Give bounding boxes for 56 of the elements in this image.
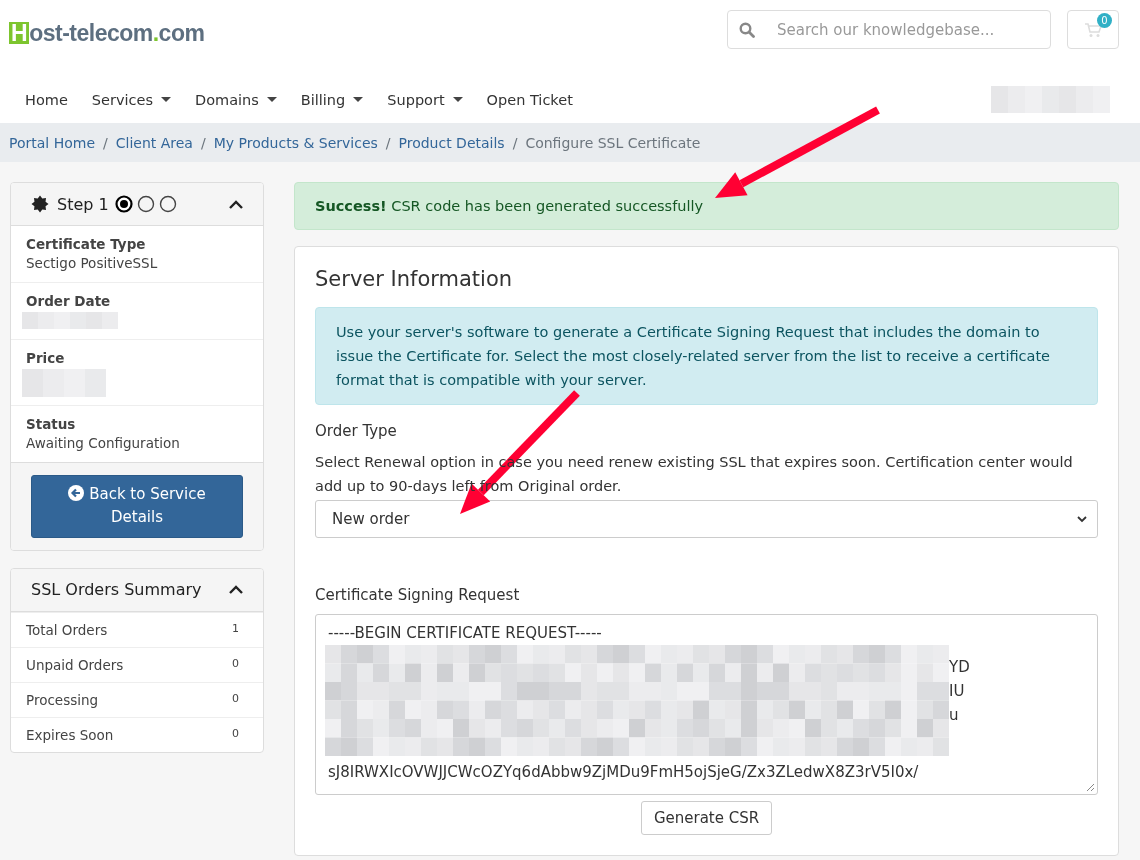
generate-csr-button[interactable]: Generate CSR (640, 801, 773, 835)
back-button[interactable]: Back to Service Details (31, 475, 243, 538)
csr-textarea[interactable]: -----BEGIN CERTIFICATE REQUEST----- YD IU u sJ8IRWXIcOVWJJCWcOZYq6dAbbw9ZjMDu9FmH5ojSjeG/Zx3ZLedwX8Z3rV5I0x/ (315, 614, 1098, 795)
breadcrumb-separator: / (103, 134, 108, 151)
success-alert: Success! CSR code has been generated successfully (294, 182, 1119, 230)
field-label: Order Date (26, 293, 112, 309)
nav-link[interactable]: Open Ticket (486, 91, 573, 108)
logo-text: com (158, 20, 205, 47)
nav-link[interactable]: Home (25, 91, 68, 108)
nav-link[interactable]: Support (387, 91, 463, 108)
panel-title: SSL Orders Summary (31, 580, 202, 599)
field-label: Status (26, 416, 77, 432)
field-value: Sectigo PositiveSSL (26, 255, 159, 271)
nav-link[interactable]: Services (91, 91, 171, 108)
logo-dot: . (152, 20, 159, 47)
summary-count: 0 (232, 726, 239, 742)
summary-label: Expires Soon (26, 726, 114, 743)
summary-label: Total Orders (26, 621, 108, 638)
field-value: Awaiting Configuration (26, 435, 181, 451)
text-fragment: YD (949, 657, 970, 678)
section-title: Server Information (315, 267, 514, 291)
breadcrumb-current: Configure SSL Certificate (525, 134, 701, 151)
field-label: Certificate Signing Request (315, 586, 521, 604)
breadcrumb-separator: / (200, 134, 206, 151)
summary-count: 0 (232, 656, 239, 672)
summary-count: 1 (232, 621, 239, 637)
field-label: Order Type (315, 422, 398, 440)
logo-text: ost-telecom (29, 20, 153, 47)
info-alert: Use your server's software to generate a Certificate Signing Request that includes the domain to issue the Certificate for. Select the most closely-related server from the list to receive a certificate format that is compatible with your server. (315, 307, 1098, 405)
order-type-select[interactable]: New order (315, 500, 1098, 538)
field-label: Price (26, 350, 66, 366)
breadcrumb-link[interactable]: Product Details (398, 134, 505, 151)
summary-count: 0 (232, 691, 239, 707)
certificate-badge-icon (31, 195, 49, 213)
nav-link[interactable]: Billing (300, 91, 364, 108)
summary-label: Processing (26, 691, 99, 708)
cart-count-badge: 0 (1097, 13, 1112, 28)
back-arrow-icon (68, 485, 85, 501)
text-fragment: u (949, 705, 960, 726)
breadcrumb-link[interactable]: My Products & Services (213, 134, 378, 151)
logo-initial: H (9, 22, 30, 44)
resize-grip-icon (1086, 783, 1095, 792)
search-icon (739, 22, 755, 38)
summary-label: Unpaid Orders (26, 656, 124, 673)
collapse-chevron-icon[interactable] (229, 199, 243, 209)
nav-link[interactable]: Domains (195, 91, 277, 108)
search-field[interactable]: Search our knowledgebase... (727, 10, 1051, 49)
breadcrumb-link[interactable]: Client Area (115, 134, 193, 151)
collapse-chevron-icon[interactable] (229, 585, 243, 594)
field-label: Certificate Type (26, 236, 147, 252)
breadcrumb-link[interactable]: Portal Home (9, 134, 96, 151)
breadcrumb-separator: / (385, 134, 391, 151)
breadcrumb-separator: / (512, 134, 518, 151)
text-fragment: IU (949, 681, 966, 702)
cart-icon (1084, 21, 1102, 38)
step-title: Step 1 (57, 194, 109, 214)
